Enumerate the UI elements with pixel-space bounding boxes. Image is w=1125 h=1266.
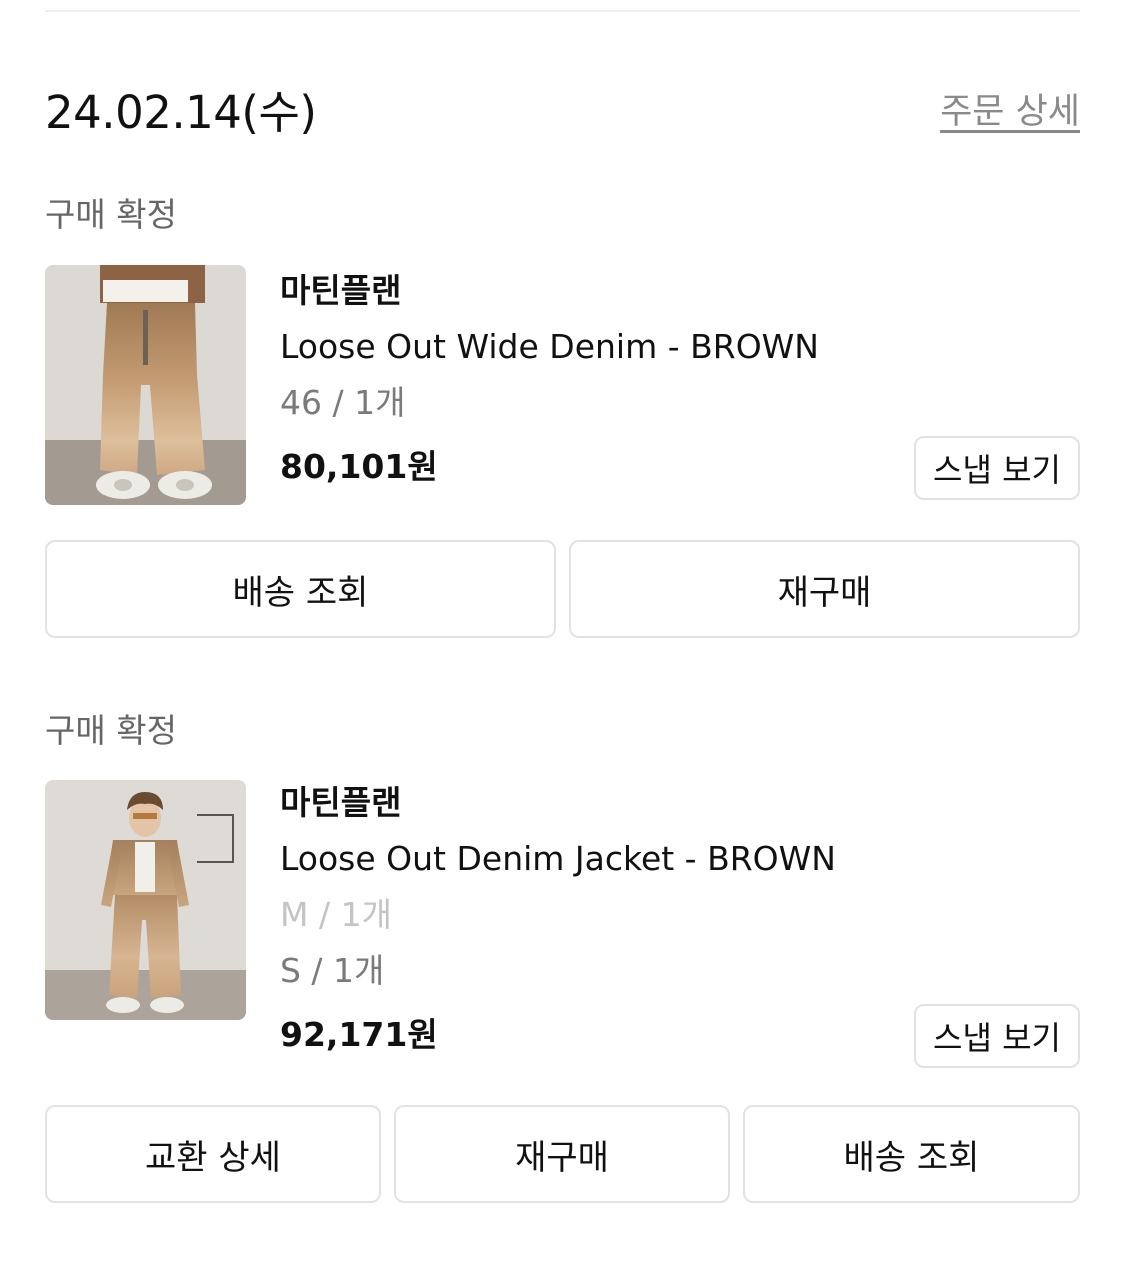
product-option: M / 1개 xyxy=(280,895,392,934)
product-image-wide-denim xyxy=(45,265,246,505)
snap-view-button[interactable]: 스냅 보기 xyxy=(914,1004,1080,1068)
track-delivery-button[interactable]: 배송 조회 xyxy=(743,1105,1080,1203)
brand-name: 마틴플랜 xyxy=(280,783,402,822)
brand-name: 마틴플랜 xyxy=(280,271,402,310)
product-option: 46 / 1개 xyxy=(280,383,406,422)
product-name[interactable]: Loose Out Denim Jacket - BROWN xyxy=(280,836,836,882)
order-date: 24.02.14(수) xyxy=(45,86,317,139)
track-delivery-button[interactable]: 배송 조회 xyxy=(45,540,556,638)
product-option: S / 1개 xyxy=(280,951,385,990)
product-price: 92,171원 xyxy=(280,1015,438,1054)
product-image-denim-jacket xyxy=(45,780,246,1020)
order-detail-link[interactable]: 주문 상세 xyxy=(940,88,1080,136)
repurchase-button[interactable]: 재구매 xyxy=(569,540,1080,638)
product-price: 80,101원 xyxy=(280,447,438,486)
product-name[interactable]: Loose Out Wide Denim - BROWN xyxy=(280,324,819,370)
repurchase-button[interactable]: 재구매 xyxy=(394,1105,730,1203)
order-status-label: 구매 확정 xyxy=(45,711,177,750)
exchange-detail-button[interactable]: 교환 상세 xyxy=(45,1105,381,1203)
product-thumbnail[interactable] xyxy=(45,265,246,505)
snap-view-button[interactable]: 스냅 보기 xyxy=(914,436,1080,500)
product-thumbnail[interactable] xyxy=(45,780,246,1020)
order-status-label: 구매 확정 xyxy=(45,195,177,234)
top-divider xyxy=(45,10,1080,12)
